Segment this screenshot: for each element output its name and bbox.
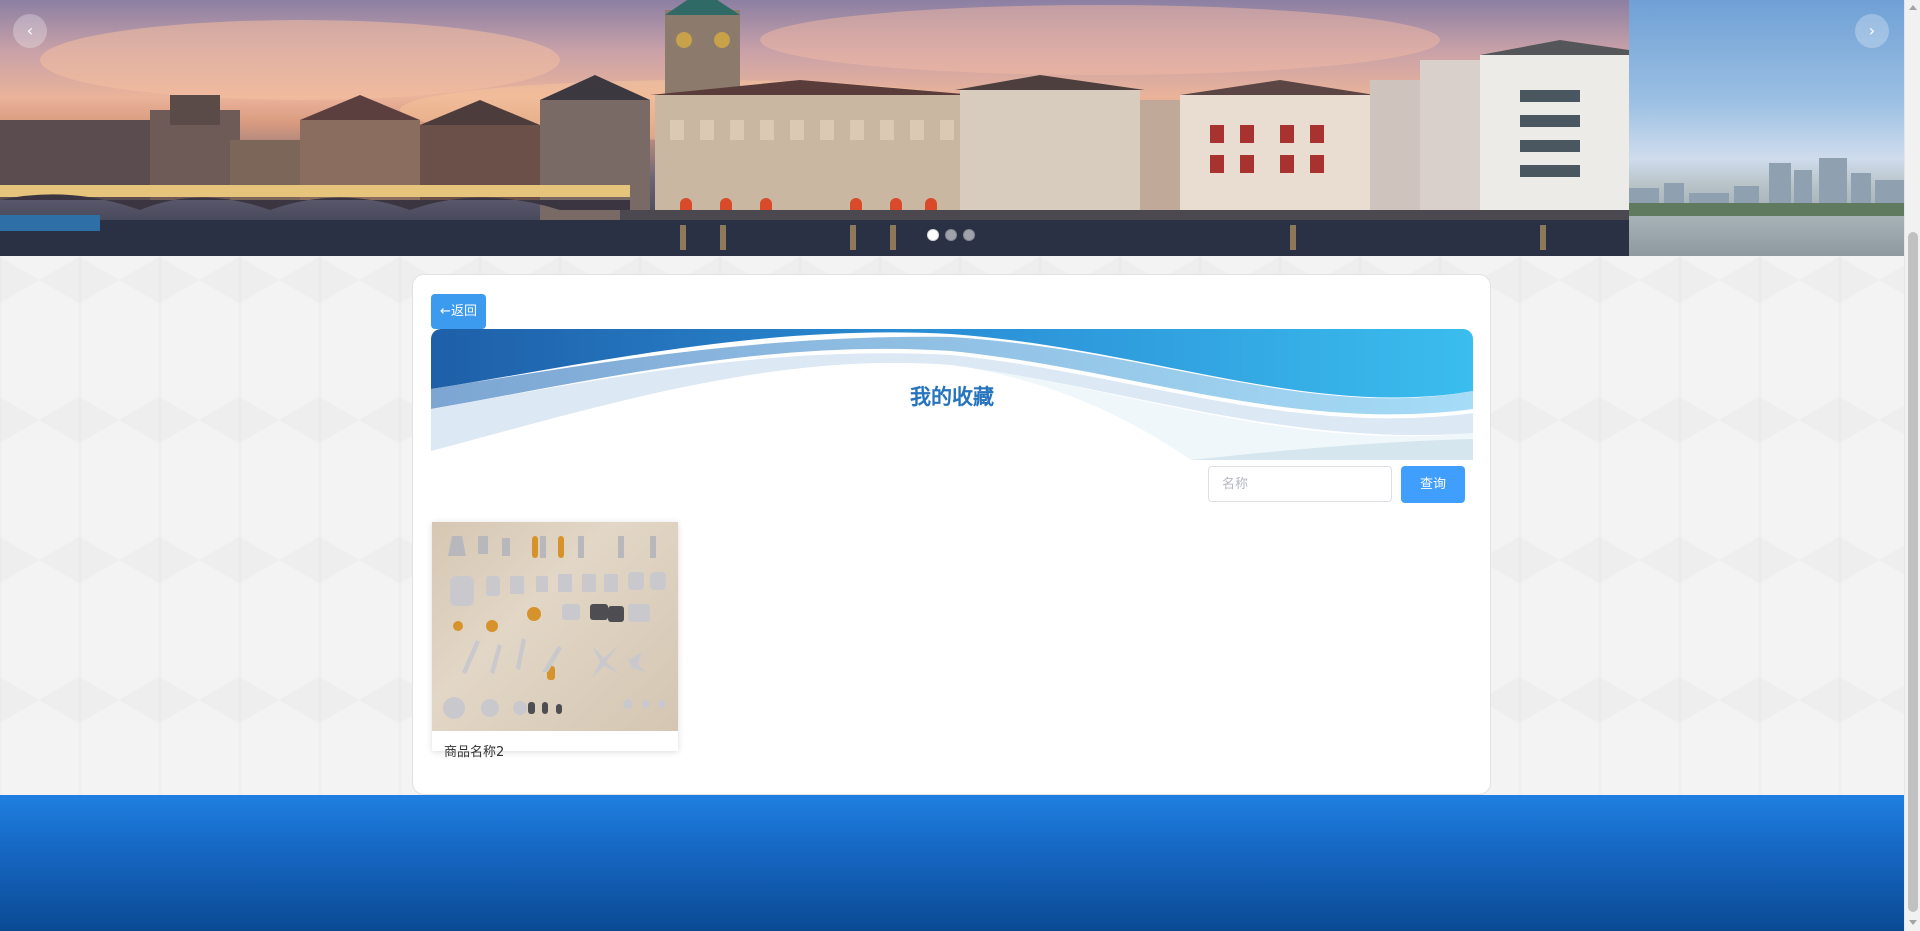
carousel-next-button[interactable]: › [1855,14,1889,48]
product-image [432,522,678,731]
scroll-thumb[interactable] [1908,232,1918,912]
title-banner: 我的收藏 [431,329,1473,460]
banner-carousel: ‹ › [0,0,1904,256]
carousel-dot-2[interactable] [945,229,957,241]
favorites-panel: ←返回 我的收藏 名称 查询 商品名称2 [412,274,1491,795]
scroll-down-arrow-icon[interactable] [1909,920,1917,925]
scroll-up-arrow-icon[interactable] [1909,5,1917,10]
footer [0,795,1904,931]
carousel-slide-image [0,0,1629,256]
favorite-item-card[interactable]: 商品名称2 [432,522,678,760]
chevron-left-icon: ‹ [26,21,34,40]
page-title: 我的收藏 [910,385,994,409]
page: ‹ › ←返回 我的收藏 名称 查询 商品名称2 [0,0,1920,931]
carousel-indicators [927,229,975,241]
back-button[interactable]: ←返回 [431,294,486,329]
product-name: 商品名称2 [444,745,505,760]
carousel-dot-3[interactable] [963,229,975,241]
carousel-dot-1[interactable] [927,229,939,241]
page-scrollbar[interactable] [1904,0,1920,931]
search-button[interactable]: 查询 [1401,466,1465,503]
carousel-prev-button[interactable]: ‹ [13,14,47,48]
chevron-right-icon: › [1868,21,1876,40]
search-name-input[interactable] [1208,466,1392,502]
